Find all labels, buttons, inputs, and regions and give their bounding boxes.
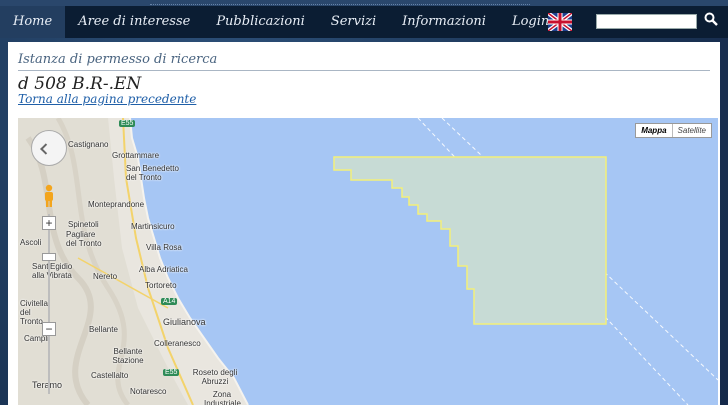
place-label: Zona Industriale [204,390,241,405]
place-label: Castignano [68,140,109,149]
nav-informazioni[interactable]: Informazioni [389,6,499,38]
search-icon[interactable] [702,12,720,30]
place-label: Spinetoli [68,220,99,229]
place-label: Monteprandone [88,200,145,209]
pan-control-icon[interactable] [31,130,67,166]
road-label: A14 [161,298,178,305]
map-type-mappa[interactable]: Mappa [636,124,671,137]
place-label: Bellante Stazione [112,347,144,365]
place-label: Roseto degli Abruzzi [192,368,238,386]
place-label: Ascoli [20,238,42,247]
place-label: Nereto [93,272,118,281]
uk-flag-icon[interactable] [548,13,572,31]
place-label: Sant'Egidio alla Vibrata [32,262,73,280]
map-type-control: Mappa Satellite [635,123,712,138]
page-subheading: Istanza di permesso di ricerca [18,52,710,71]
place-label: Tortoreto [145,281,177,290]
place-label: Grottammare [112,151,160,160]
search-input[interactable] [596,14,697,29]
zoom-out-button[interactable]: − [42,322,56,336]
place-label: Giulianova [163,317,206,327]
nav-servizi[interactable]: Servizi [318,6,389,38]
road-label: E55 [119,120,136,127]
nav-pubblicazioni[interactable]: Pubblicazioni [203,6,317,38]
zoom-slider-track[interactable] [48,214,50,394]
pegman-icon[interactable] [42,184,56,208]
place-label: Martinsicuro [131,222,175,231]
place-label: Alba Adriatica [139,265,188,274]
page-title: d 508 B.R-.EN [18,74,142,94]
place-label: Teramo [32,380,63,390]
place-label: Bellante [89,325,118,334]
place-label: San Benedetto del Tronto [126,164,179,182]
zoom-slider-handle[interactable] [42,253,56,261]
road-label: E55 [163,369,180,376]
content-panel: Istanza di permesso di ricerca d 508 B.R… [8,42,720,405]
place-label: Villa Rosa [146,243,182,252]
nav-home[interactable]: Home [0,6,66,38]
place-label: Pagliare del Tronto [66,230,102,248]
nav-aree-di-interesse[interactable]: Aree di interesse [65,6,203,38]
top-decoration [150,0,530,5]
place-label: Colleranesco [154,339,201,348]
zoom-in-button[interactable]: + [42,216,56,230]
place-label: Castellalto [91,371,129,380]
map-type-satellite[interactable]: Satellite [671,124,711,137]
back-link[interactable]: Torna alla pagina precedente [18,92,196,106]
place-label: Notaresco [130,387,167,396]
map-view[interactable]: E55 A14 E55 Grottammare San Benedetto de… [18,118,718,405]
